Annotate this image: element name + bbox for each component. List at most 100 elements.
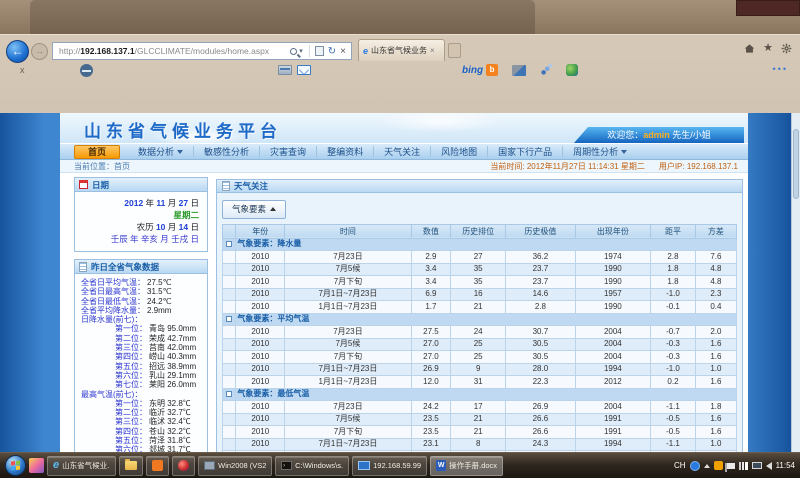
checkbox-icon[interactable] <box>226 316 232 322</box>
clock[interactable]: 11:54 <box>776 461 795 470</box>
mail-icon[interactable] <box>297 65 311 75</box>
checkbox-icon[interactable] <box>226 241 232 247</box>
table-row[interactable]: 20107月1日~7月23日6.91614.61957-1.02.3 <box>223 288 737 301</box>
taskbar-window[interactable] <box>146 456 169 476</box>
table-row[interactable]: 20107月23日24.21726.92004-1.11.8 <box>223 401 737 414</box>
table-cell: 2010 <box>236 276 285 289</box>
nav-item[interactable]: 周期性分析 <box>563 146 637 157</box>
table-cell: 26.6 <box>506 413 575 426</box>
address-bar[interactable]: http://192.168.137.1/GLCCLIMATE/modules/… <box>52 42 352 60</box>
show-hidden-icons-chevron[interactable] <box>704 464 710 468</box>
bing-logo[interactable]: bing <box>462 65 483 76</box>
nav-item[interactable]: 风险地图 <box>431 146 488 157</box>
bing-badge-icon[interactable]: b <box>486 64 498 76</box>
table-cell: 1.6 <box>695 351 736 364</box>
bing-toolbar[interactable]: bing b <box>462 64 498 76</box>
table-row[interactable]: 20107月1日~7月23日23.1824.31994-1.11.0 <box>223 438 737 451</box>
toolbar-more-icon[interactable]: ••• <box>773 64 788 74</box>
table-header-cell: 时间 <box>285 224 411 238</box>
table-cell: 17 <box>451 401 506 414</box>
tab-close-icon[interactable]: × <box>430 46 435 55</box>
date-line: 星期二 <box>79 209 199 221</box>
rank-line: 第一位：青岛 95.0mm <box>81 324 203 333</box>
vertical-scrollbar[interactable] <box>791 113 800 487</box>
nav-item[interactable]: 整编资料 <box>317 146 374 157</box>
table-cell: -0.3 <box>651 338 696 351</box>
home-icon[interactable] <box>744 43 755 54</box>
table-cell: -1.0 <box>651 363 696 376</box>
table-row[interactable]: 20107月5候27.02530.52004-0.31.6 <box>223 338 737 351</box>
chevron-down-icon[interactable]: ▾ <box>299 47 303 55</box>
toolbar-close-icon[interactable]: x <box>20 65 25 75</box>
stop-icon[interactable]: × <box>340 46 346 57</box>
table-row[interactable]: 20107月1日~7月23日26.9928.01994-1.01.0 <box>223 363 737 376</box>
table-row[interactable]: 20107月23日27.52430.72004-0.72.0 <box>223 326 737 339</box>
table-group-row[interactable]: 气象要素：平均气温 <box>223 313 737 326</box>
taskbar-window[interactable]: Win2008 (VS2... <box>198 456 272 476</box>
rank-value: 招远 38.9mm <box>149 362 196 371</box>
table-row[interactable]: 20107月下旬3.43523.719901.84.8 <box>223 276 737 289</box>
taskbar: e山东省气候业... Win2008 (VS2...›C:\Windows\s..… <box>0 452 800 478</box>
expand-box-icon[interactable] <box>223 313 236 326</box>
action-center-flag-icon[interactable] <box>727 463 735 469</box>
expand-box-icon[interactable] <box>223 388 236 401</box>
network-icon[interactable] <box>739 462 748 470</box>
compatibility-view-icon[interactable] <box>315 46 324 56</box>
nav-item[interactable]: 天气关注 <box>374 146 431 157</box>
taskbar-window[interactable]: e山东省气候业... <box>47 456 116 476</box>
row-gutter <box>223 401 236 414</box>
language-indicator[interactable]: CH <box>674 461 686 470</box>
current-time: 当前时间: 2012年11月27日 11:14:31 星期二 <box>490 161 644 172</box>
forward-button[interactable]: → <box>31 43 48 60</box>
favorites-star-icon[interactable]: ★ <box>763 43 773 54</box>
nav-item[interactable]: 国家下行产品 <box>488 146 563 157</box>
card-reader-icon[interactable] <box>278 65 292 75</box>
quick-launch-icon[interactable] <box>29 458 44 473</box>
extension-globe-icon[interactable] <box>566 64 578 76</box>
refresh-icon[interactable]: ↻ <box>328 46 336 57</box>
taskbar-window[interactable]: 192.168.59.99... <box>352 456 427 476</box>
tab-title[interactable]: 山东省气候业务平... <box>371 45 427 56</box>
back-button[interactable]: ← <box>6 40 29 63</box>
ime-icon[interactable] <box>690 461 700 471</box>
taskbar-window[interactable] <box>119 456 143 476</box>
security-tray-icon[interactable] <box>714 461 723 470</box>
checkbox-icon[interactable] <box>226 391 232 397</box>
table-header-cell: 年份 <box>236 224 285 238</box>
table-row[interactable]: 20107月23日2.92736.219742.87.6 <box>223 251 737 264</box>
taskbar-window[interactable]: W操作手册.docx ... <box>430 456 503 476</box>
volume-icon[interactable] <box>766 462 772 470</box>
table-cell: 2004 <box>575 351 651 364</box>
element-filter-button[interactable]: 气象要素 <box>222 200 286 219</box>
gear-icon[interactable] <box>781 43 792 54</box>
extension-cards-icon[interactable] <box>512 65 526 76</box>
table-row[interactable]: 20107月下旬27.02530.52004-0.31.6 <box>223 351 737 364</box>
taskbar-window[interactable] <box>172 456 195 476</box>
extension-sparkle-icon[interactable] <box>540 64 552 76</box>
filter-button-label: 气象要素 <box>232 203 266 215</box>
url-text[interactable]: http://192.168.137.1/GLCCLIMATE/modules/… <box>59 46 288 56</box>
blocked-circle-icon[interactable] <box>80 64 93 77</box>
display-icon[interactable] <box>752 462 762 469</box>
table-row[interactable]: 20101月1日~7月23日12.03122.320120.21.6 <box>223 376 737 389</box>
search-icon[interactable] <box>290 48 297 55</box>
scrollbar-thumb[interactable] <box>793 129 799 199</box>
browser-tab[interactable]: e 山东省气候业务平... × <box>358 39 445 61</box>
nav-item[interactable]: 灾害查询 <box>260 146 317 157</box>
table-row[interactable]: 20101月1日~7月23日1.7212.81990-0.10.4 <box>223 301 737 314</box>
table-row[interactable]: 20107月下旬23.52126.61991-0.51.6 <box>223 426 737 439</box>
expand-box-icon[interactable] <box>223 238 236 251</box>
start-button[interactable] <box>5 455 26 476</box>
new-tab-button[interactable] <box>448 43 461 58</box>
nav-item[interactable]: 首页 <box>74 145 120 159</box>
nav-item[interactable]: 敏感性分析 <box>194 146 260 157</box>
table-group-row[interactable]: 气象要素：最低气温 <box>223 388 737 401</box>
table-group-row[interactable]: 气象要素：降水量 <box>223 238 737 251</box>
table-row[interactable]: 20107月5候23.52126.61991-0.51.6 <box>223 413 737 426</box>
table-row[interactable]: 20107月5候3.43523.719901.84.8 <box>223 263 737 276</box>
nav-item[interactable]: 数据分析 <box>128 146 194 157</box>
weather-table: 年份时间数值历史排位历史极值出现年份距平方差 气象要素：降水量20107月23日… <box>222 224 737 488</box>
table-cell: 2010 <box>236 251 285 264</box>
date-line: 农历 10 月 14 日 <box>79 221 199 233</box>
taskbar-window[interactable]: ›C:\Windows\s... <box>275 456 349 476</box>
